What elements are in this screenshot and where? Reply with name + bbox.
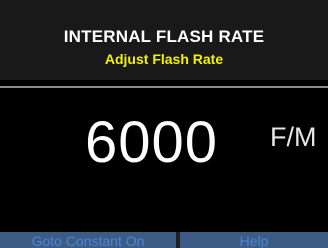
flash-rate-unit: F/M	[270, 122, 317, 152]
header: INTERNAL FLASH RATE Adjust Flash Rate	[0, 0, 328, 80]
flash-rate-readout: 6000 F/M	[0, 108, 328, 178]
header-divider	[0, 86, 328, 88]
goto-constant-on-button[interactable]: Goto Constant On	[0, 232, 176, 248]
page-title: INTERNAL FLASH RATE	[63, 27, 265, 46]
footer-bar: Goto Constant On Help	[0, 232, 328, 248]
flash-rate-screen: INTERNAL FLASH RATE Adjust Flash Rate 60…	[0, 0, 328, 248]
page-subtitle: Adjust Flash Rate	[104, 51, 224, 67]
help-button[interactable]: Help	[180, 232, 328, 248]
flash-rate-value: 6000	[85, 110, 219, 175]
